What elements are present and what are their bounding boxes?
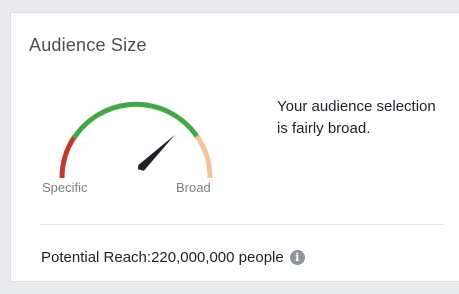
potential-reach-value: 220,000,000 people	[151, 249, 284, 266]
gauge-label-broad: Broad	[176, 180, 211, 195]
potential-reach: Potential Reach: 220,000,000 people i	[41, 249, 305, 266]
gauge-label-specific: Specific	[42, 180, 88, 195]
gauge-segment-broad	[194, 134, 213, 179]
divider	[40, 224, 443, 225]
gauge-segment-specific	[59, 134, 78, 179]
audience-gauge	[59, 101, 213, 179]
info-icon[interactable]: i	[289, 250, 305, 265]
card-title: Audience Size	[29, 35, 147, 55]
gauge-needle	[138, 134, 175, 171]
potential-reach-label: Potential Reach:	[41, 249, 152, 266]
gauge-segment-ideal	[71, 101, 201, 140]
audience-summary-text: Your audience selection is fairly broad.	[277, 98, 436, 137]
